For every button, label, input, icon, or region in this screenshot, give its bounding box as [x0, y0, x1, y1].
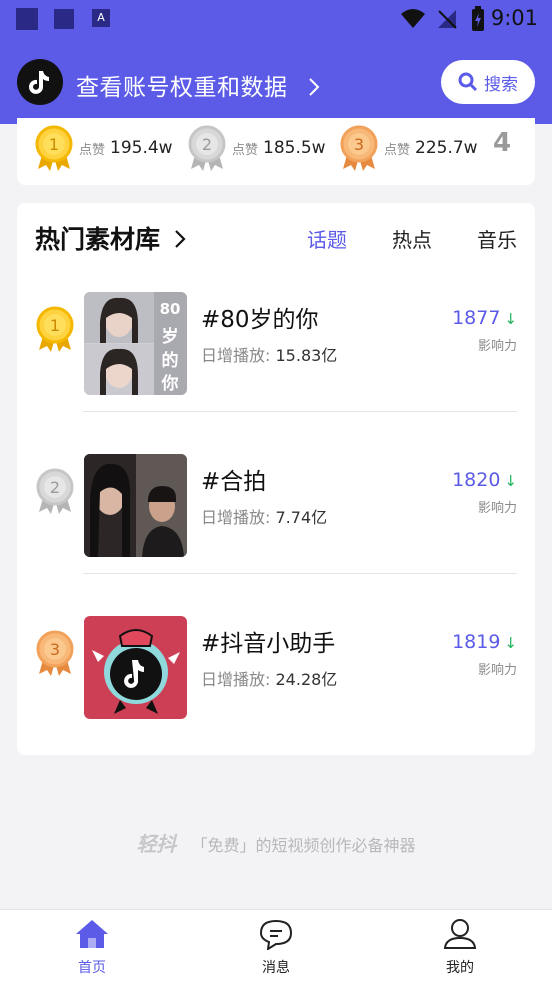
svg-text:3: 3	[354, 135, 364, 154]
influence-label: 影响力	[477, 501, 517, 516]
influence-score: 1877 ↓	[452, 307, 517, 329]
top-ranking-item[interactable]: 3 点赞 225.7w	[339, 125, 478, 171]
svg-text:1: 1	[49, 135, 59, 154]
header-title-text: 查看账号权重和数据	[76, 75, 288, 101]
app-notification-icon: A	[92, 9, 110, 27]
header: 查看账号权重和数据 搜索	[0, 38, 552, 124]
svg-text:2: 2	[50, 478, 60, 497]
trend-down-icon: ↓	[504, 634, 517, 652]
home-icon	[76, 920, 108, 948]
silver-medal-icon: 2	[36, 468, 74, 514]
influence-score-value: 1820	[452, 469, 501, 491]
chevron-right-icon	[309, 78, 320, 96]
nav-home-label: 首页	[78, 960, 106, 976]
topic-thumbnail: 80 岁 的 你	[84, 292, 187, 395]
gold-medal-icon: 1	[35, 125, 73, 171]
top-ranking-item[interactable]: 1 点赞 195.4w	[34, 125, 173, 171]
search-icon	[458, 72, 478, 92]
notification-icon	[16, 8, 38, 30]
topic-title: #抖音小助手	[201, 631, 336, 657]
status-time: 9:01	[490, 6, 538, 30]
message-icon	[259, 919, 293, 951]
footer-slogan: 轻抖 「免费」的短视频创作必备神器	[0, 828, 552, 857]
nav-messages-label: 消息	[262, 960, 290, 976]
header-title[interactable]: 查看账号权重和数据	[76, 68, 321, 102]
nav-messages[interactable]: 消息	[236, 918, 316, 977]
svg-text:岁: 岁	[162, 326, 179, 347]
chevron-right-icon	[174, 230, 186, 248]
nav-profile-label: 我的	[446, 960, 474, 976]
user-icon	[443, 919, 477, 949]
list-item[interactable]: 3 #抖音小助手 日增播放: 24.28亿 1819 ↓ 影响力	[17, 574, 535, 736]
topic-thumbnail	[84, 616, 187, 719]
daily-plays-label: 日增播放:	[201, 670, 271, 689]
nav-profile[interactable]: 我的	[420, 918, 500, 977]
svg-text:3: 3	[50, 640, 60, 659]
search-label: 搜索	[484, 74, 518, 95]
influence-label: 影响力	[477, 663, 517, 678]
top-ranking-card: 1 点赞 195.4w 2 点赞 185.5w 3 点赞 225.7w 4	[17, 118, 535, 185]
list-item[interactable]: 1 80 岁 的 你 #80岁的你 日增播放: 15.83亿 1877 ↓ 影响…	[17, 250, 535, 412]
daily-plays-value: 24.28亿	[275, 670, 338, 689]
daily-plays-label: 日增播放:	[201, 508, 271, 527]
like-value: 225.7w	[415, 138, 478, 158]
brand-logo: 轻抖	[136, 832, 177, 856]
tab-music[interactable]: 音乐	[477, 224, 517, 253]
nav-home[interactable]: 首页	[52, 918, 132, 977]
battery-icon	[472, 6, 484, 31]
top-ranking-item[interactable]: 2 点赞 185.5w	[187, 125, 326, 171]
gold-medal-icon: 1	[36, 306, 74, 352]
svg-text:1: 1	[50, 316, 60, 335]
influence-score: 1819 ↓	[452, 631, 517, 653]
influence-score-value: 1877	[452, 307, 501, 329]
daily-plays-label: 日增播放:	[201, 346, 271, 365]
material-library-card: 热门素材库 话题 热点 音乐 1 80 岁 的 你 #80岁的你 日增播放: 1…	[17, 203, 535, 755]
svg-text:你: 你	[161, 373, 179, 394]
bronze-medal-icon: 3	[36, 630, 74, 676]
like-value: 195.4w	[110, 138, 173, 158]
influence-label: 影响力	[477, 339, 517, 354]
topic-thumbnail	[84, 454, 187, 557]
trend-down-icon: ↓	[504, 472, 517, 490]
tab-hotspot[interactable]: 热点	[392, 224, 432, 253]
daily-plays-value: 7.74亿	[275, 508, 328, 527]
rank-number: 4	[493, 128, 512, 158]
trend-down-icon: ↓	[504, 310, 517, 328]
svg-text:80: 80	[160, 300, 181, 318]
bottom-nav: 首页 消息 我的	[0, 909, 552, 984]
daily-plays-value: 15.83亿	[275, 346, 338, 365]
tiktok-logo-icon	[17, 59, 63, 105]
daily-plays: 日增播放: 15.83亿	[201, 342, 337, 366]
tab-topic[interactable]: 话题	[307, 224, 347, 253]
slogan-text: 「免费」的短视频创作必备神器	[191, 836, 416, 855]
influence-score: 1820 ↓	[452, 469, 517, 491]
silver-medal-icon: 2	[188, 125, 226, 171]
like-label: 点赞	[79, 142, 106, 158]
topic-title: #合拍	[201, 469, 267, 495]
svg-text:的: 的	[162, 350, 179, 371]
daily-plays: 日增播放: 7.74亿	[201, 504, 327, 528]
daily-plays: 日增播放: 24.28亿	[201, 666, 337, 690]
status-bar: A 9:01	[0, 0, 552, 38]
list-item[interactable]: 2 #合拍 日增播放: 7.74亿 1820 ↓ 影响力	[17, 412, 535, 574]
svg-text:2: 2	[202, 135, 212, 154]
bronze-medal-icon: 3	[340, 125, 378, 171]
influence-score-value: 1819	[452, 631, 501, 653]
notification-icon	[54, 9, 74, 29]
like-label: 点赞	[384, 142, 411, 158]
search-button[interactable]: 搜索	[441, 60, 535, 104]
no-signal-icon	[438, 10, 457, 29]
topic-title: #80岁的你	[201, 307, 319, 333]
like-label: 点赞	[232, 142, 259, 158]
like-value: 185.5w	[263, 138, 326, 158]
wifi-icon	[401, 9, 425, 28]
